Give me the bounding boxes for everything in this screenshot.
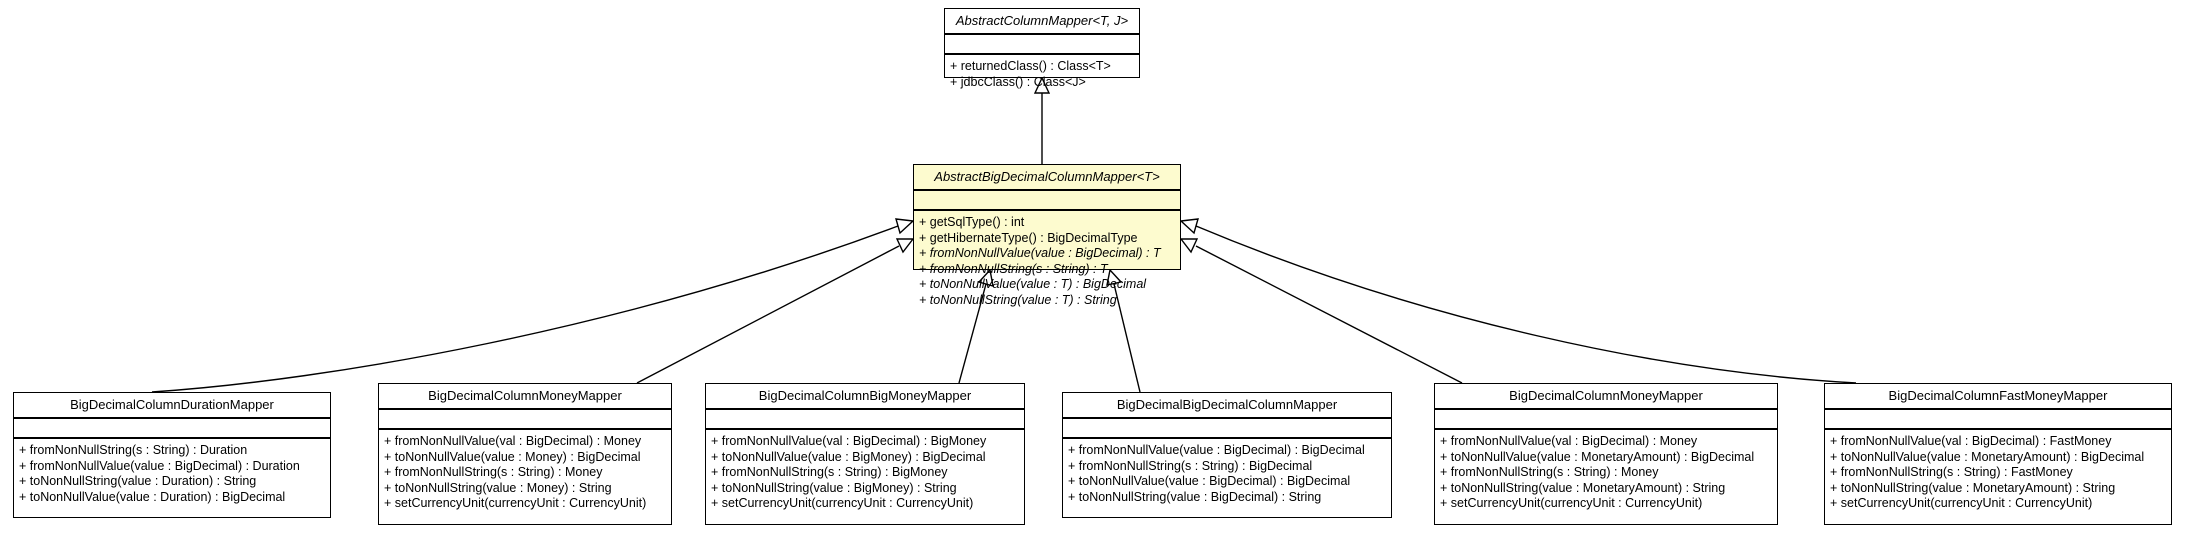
operation: + fromNonNullValue(value : BigDecimal) :…: [19, 458, 300, 473]
class-attributes-compartment-bigdecimal-column-money-mapper-javax: [1435, 410, 1777, 430]
operation: + fromNonNullValue(value : BigDecimal) :…: [1068, 443, 1365, 457]
class-title-bigdecimal-bigdecimal-column-mapper: BigDecimalBigDecimalColumnMapper: [1063, 393, 1391, 419]
operation: + toNonNullValue(value : MonetaryAmount)…: [1440, 449, 1755, 464]
class-attributes-compartment-bigdecimal-column-bigmoney-mapper: [706, 410, 1024, 430]
operation: + fromNonNullValue(val : BigDecimal) : M…: [1440, 434, 1698, 448]
class-attributes-compartment-abstract-bigdecimal-column-mapper: [914, 191, 1180, 211]
operation: + fromNonNullString(s : String) : Durati…: [19, 443, 248, 457]
operation: + toNonNullString(value : Money) : Strin…: [384, 480, 612, 495]
class-attributes-compartment-abstract-column-mapper: [945, 35, 1139, 55]
operation: + setCurrencyUnit(currencyUnit : Currenc…: [1830, 496, 2093, 510]
operation: + toNonNullValue(value : BigDecimal) : B…: [1068, 474, 1351, 488]
generalization-fastmoney-to-abstractbigdecimal: [1179, 218, 1857, 384]
class-box-bigdecimal-bigdecimal-column-mapper[interactable]: BigDecimalBigDecimalColumnMapper + fromN…: [1062, 392, 1392, 518]
operation: + fromNonNullString(s : String) : Money: [384, 465, 603, 479]
operation: + setCurrencyUnit(currencyUnit : Currenc…: [384, 496, 647, 510]
class-title-bigdecimal-column-duration-mapper: BigDecimalColumnDurationMapper: [14, 393, 330, 419]
operation: + fromNonNullValue(val : BigDecimal) : F…: [1830, 434, 2112, 448]
operation: + fromNonNullString(s : String) : BigDec…: [1068, 458, 1313, 473]
class-box-abstract-column-mapper[interactable]: AbstractColumnMapper<T, J> + returnedCla…: [944, 8, 1140, 89]
operation: + getSqlType() : int: [919, 215, 1025, 229]
generalization-jodamoney-to-abstractbigdecimal: [636, 238, 915, 384]
class-attributes-compartment-bigdecimal-column-duration-mapper: [14, 419, 330, 439]
operation: + setCurrencyUnit(currencyUnit : Currenc…: [711, 496, 974, 510]
class-title-bigdecimal-column-money-mapper-joda: BigDecimalColumnMoneyMapper: [379, 384, 671, 410]
class-operations-compartment-bigdecimal-column-fastmoney-mapper: + fromNonNullValue(val : BigDecimal) : F…: [1825, 430, 2171, 517]
class-operations-compartment-bigdecimal-column-money-mapper-javax: + fromNonNullValue(val : BigDecimal) : M…: [1435, 430, 1777, 517]
class-title-abstract-bigdecimal-column-mapper: AbstractBigDecimalColumnMapper<T>: [914, 165, 1180, 191]
uml-class-diagram-canvas: AbstractColumnMapper<T, J> + returnedCla…: [0, 0, 2188, 540]
operation: + fromNonNullValue(val : BigDecimal) : B…: [711, 434, 987, 448]
operation: + toNonNullString(value : BigMoney) : St…: [711, 480, 957, 495]
class-operations-compartment-abstract-column-mapper: + returnedClass() : Class<T> + jdbcClass…: [945, 55, 1139, 95]
class-title-bigdecimal-column-bigmoney-mapper: BigDecimalColumnBigMoneyMapper: [706, 384, 1024, 410]
operation: + toNonNullValue(value : Duration) : Big…: [19, 489, 286, 504]
operation: + fromNonNullValue(val : BigDecimal) : M…: [384, 434, 642, 448]
class-box-bigdecimal-column-money-mapper-javax[interactable]: BigDecimalColumnMoneyMapper + fromNonNul…: [1434, 383, 1778, 525]
class-operations-compartment-abstract-bigdecimal-column-mapper: + getSqlType() : int + getHibernateType(…: [914, 211, 1180, 313]
generalization-javaxmoney-to-abstractbigdecimal: [1179, 238, 1463, 384]
class-attributes-compartment-bigdecimal-column-money-mapper-joda: [379, 410, 671, 430]
class-operations-compartment-bigdecimal-bigdecimal-column-mapper: + fromNonNullValue(value : BigDecimal) :…: [1063, 439, 1391, 510]
class-attributes-compartment-bigdecimal-column-fastmoney-mapper: [1825, 410, 2171, 430]
operation: + toNonNullValue(value : Money) : BigDec…: [384, 449, 641, 464]
class-box-bigdecimal-column-bigmoney-mapper[interactable]: BigDecimalColumnBigMoneyMapper + fromNon…: [705, 383, 1025, 525]
operation: + toNonNullString(value : MonetaryAmount…: [1440, 480, 1726, 495]
operation: + toNonNullValue(value : BigMoney) : Big…: [711, 449, 986, 464]
operation: + fromNonNullString(s : String) : FastMo…: [1830, 465, 2073, 479]
class-attributes-compartment-bigdecimal-bigdecimal-column-mapper: [1063, 419, 1391, 439]
operation: + toNonNullString(value : Duration) : St…: [19, 474, 257, 488]
class-operations-compartment-bigdecimal-column-duration-mapper: + fromNonNullString(s : String) : Durati…: [14, 439, 330, 510]
generalization-duration-to-abstractbigdecimal: [151, 218, 915, 393]
operation: + getHibernateType() : BigDecimalType: [919, 230, 1138, 245]
operation: + toNonNullString(value : BigDecimal) : …: [1068, 489, 1322, 504]
operation: + fromNonNullValue(value : BigDecimal) :…: [919, 246, 1161, 260]
operation: + jdbcClass() : Class<J>: [950, 74, 1086, 89]
class-operations-compartment-bigdecimal-column-bigmoney-mapper: + fromNonNullValue(val : BigDecimal) : B…: [706, 430, 1024, 517]
operation: + toNonNullString(value : T) : String: [919, 292, 1117, 307]
operation: + setCurrencyUnit(currencyUnit : Currenc…: [1440, 496, 1703, 510]
operation: + fromNonNullString(s : String) : BigMon…: [711, 465, 948, 479]
operation: + toNonNullValue(value : MonetaryAmount)…: [1830, 449, 2145, 464]
class-title-bigdecimal-column-fastmoney-mapper: BigDecimalColumnFastMoneyMapper: [1825, 384, 2171, 410]
class-box-bigdecimal-column-fastmoney-mapper[interactable]: BigDecimalColumnFastMoneyMapper + fromNo…: [1824, 383, 2172, 525]
operation: + fromNonNullString(s : String) : T: [919, 261, 1108, 276]
class-title-abstract-column-mapper: AbstractColumnMapper<T, J>: [945, 9, 1139, 35]
operation: + fromNonNullString(s : String) : Money: [1440, 465, 1659, 479]
class-box-abstract-bigdecimal-column-mapper[interactable]: AbstractBigDecimalColumnMapper<T> + getS…: [913, 164, 1181, 307]
class-title-bigdecimal-column-money-mapper-javax: BigDecimalColumnMoneyMapper: [1435, 384, 1777, 410]
class-box-bigdecimal-column-duration-mapper[interactable]: BigDecimalColumnDurationMapper + fromNon…: [13, 392, 331, 518]
operation: + toNonNullString(value : MonetaryAmount…: [1830, 480, 2116, 495]
operation: + toNonNullValue(value : T) : BigDecimal: [919, 277, 1147, 291]
class-box-bigdecimal-column-money-mapper-joda[interactable]: BigDecimalColumnMoneyMapper + fromNonNul…: [378, 383, 672, 525]
class-operations-compartment-bigdecimal-column-money-mapper-joda: + fromNonNullValue(val : BigDecimal) : M…: [379, 430, 671, 517]
operation: + returnedClass() : Class<T>: [950, 59, 1111, 73]
